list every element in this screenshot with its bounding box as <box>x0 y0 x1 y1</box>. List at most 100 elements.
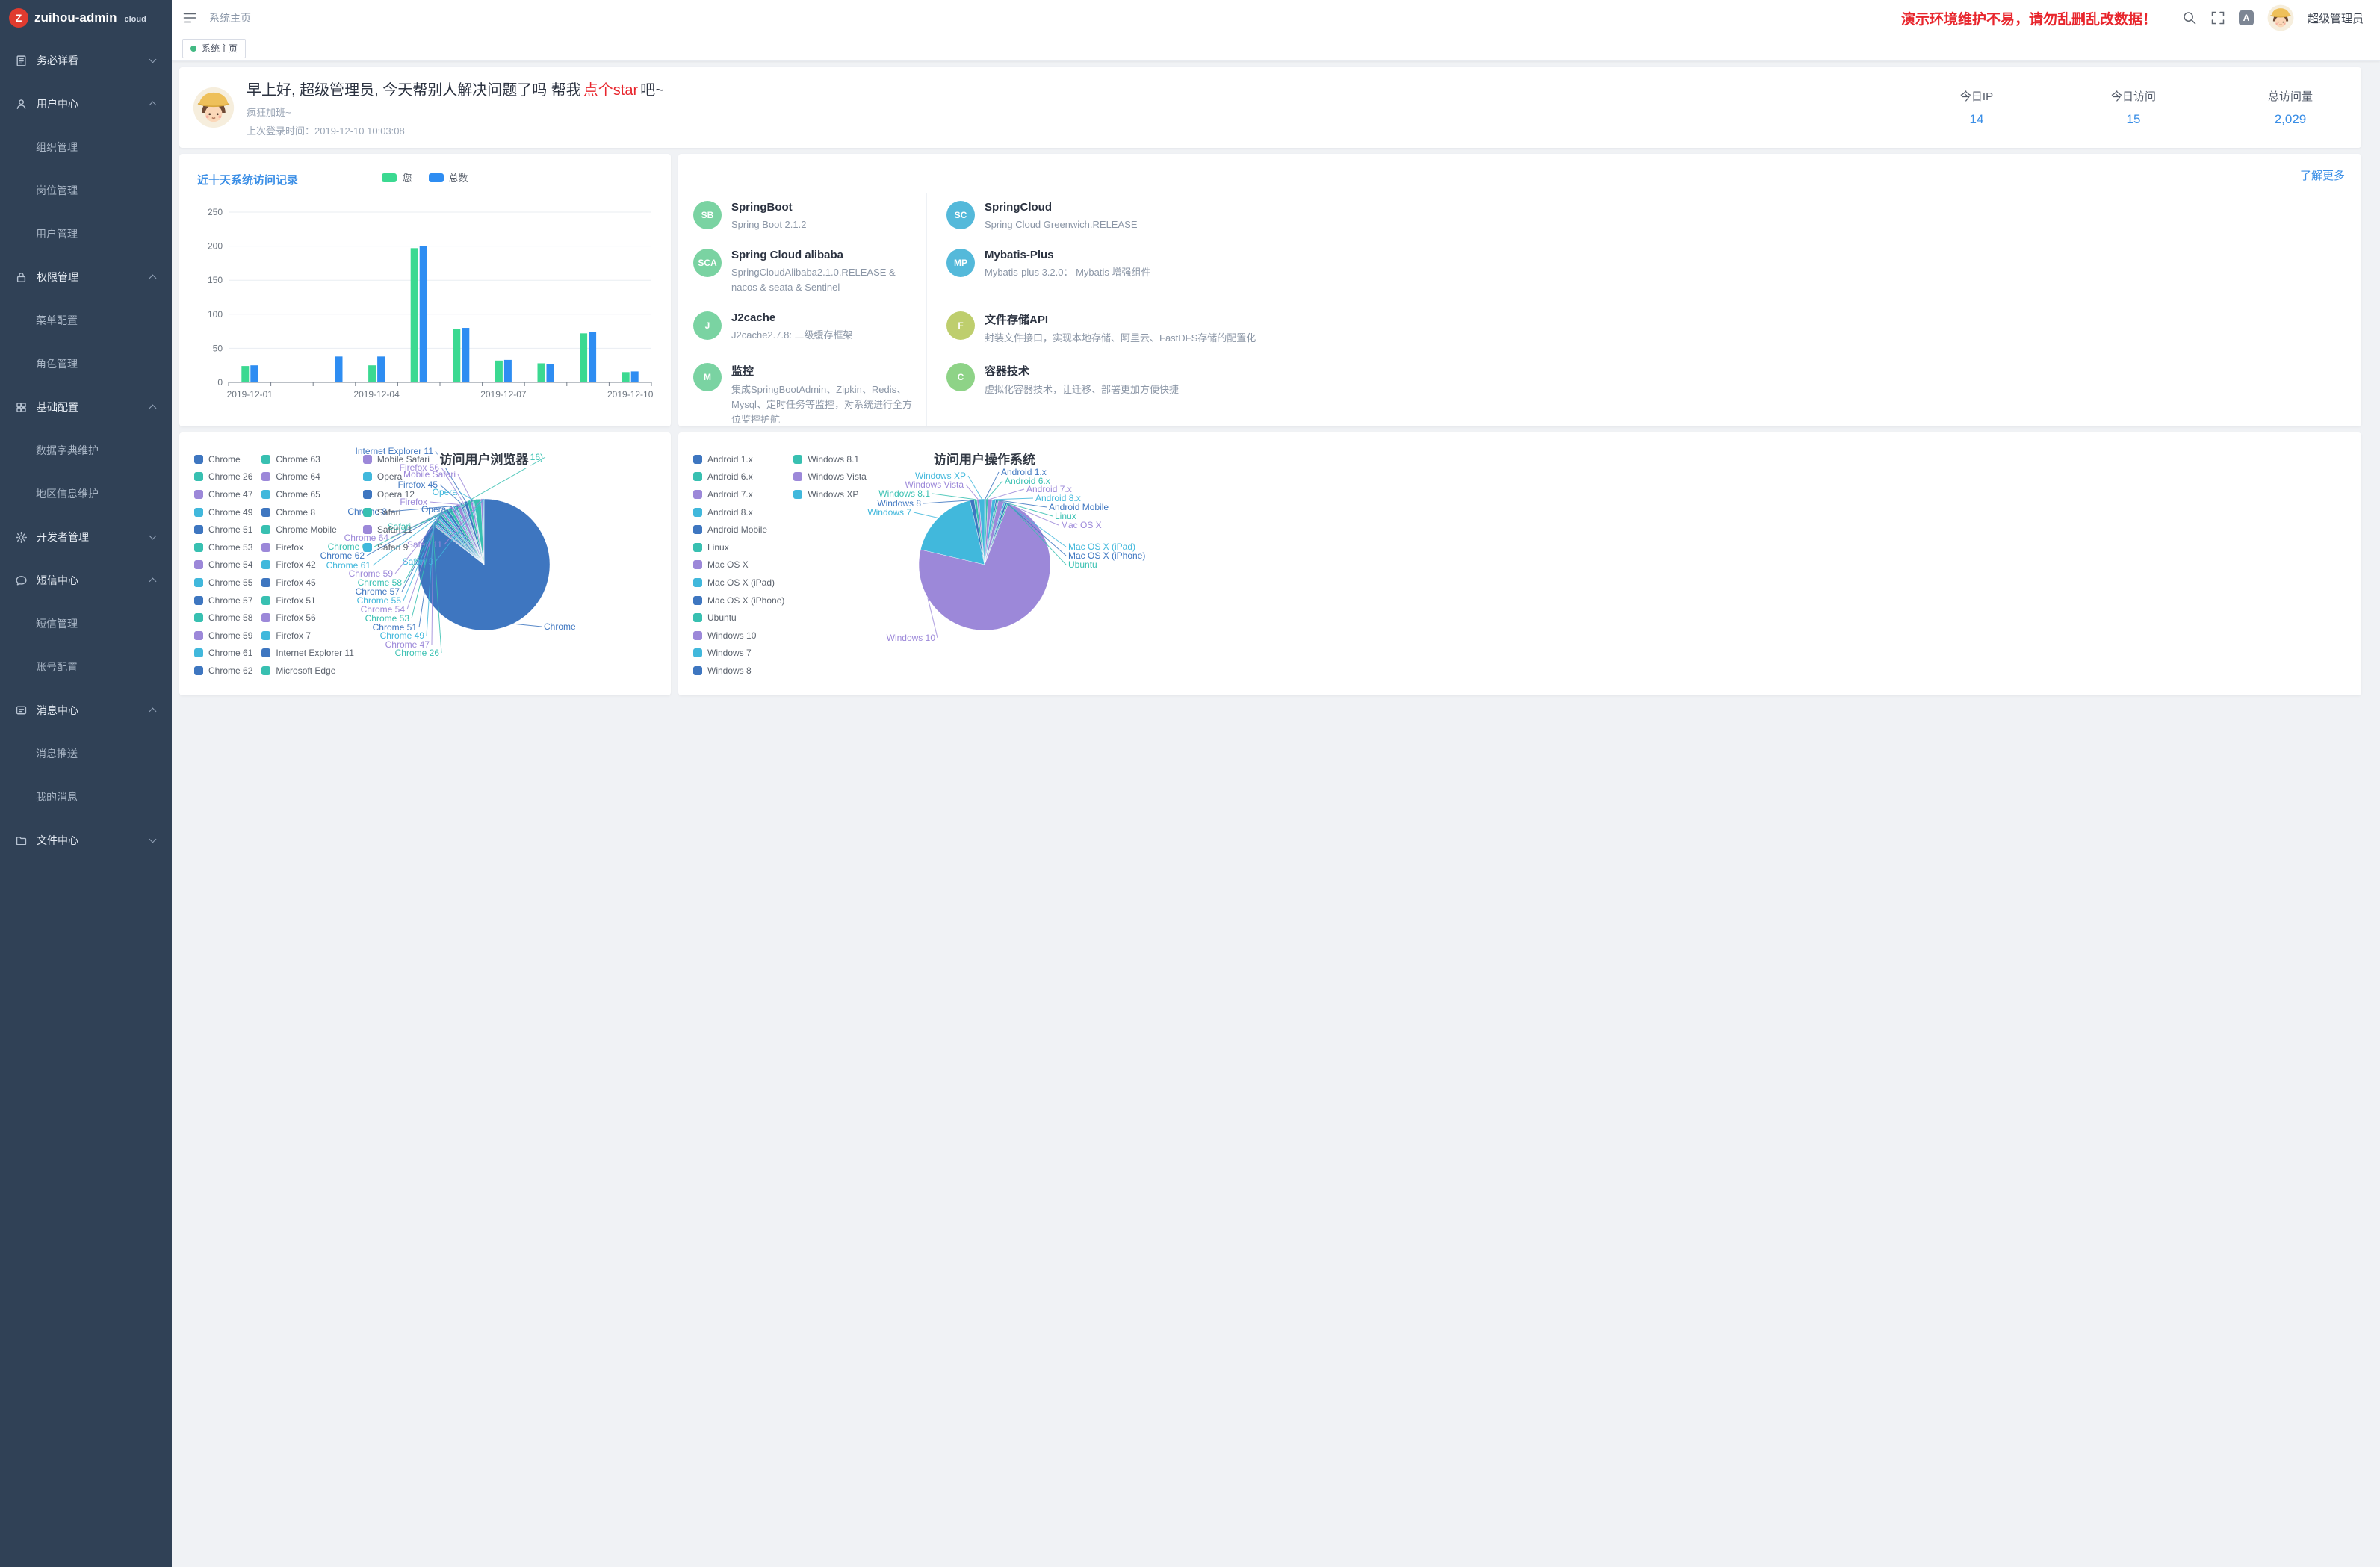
legend-item[interactable]: Firefox 56 <box>261 609 354 627</box>
sidebar-item-7[interactable]: 文件中心 <box>0 819 172 862</box>
warning-text: 演示环境维护不易，请勿乱删乱改数据！ <box>1901 8 2157 28</box>
legend-label: Android 7.x <box>707 489 753 500</box>
legend-item[interactable]: Chrome 63 <box>261 450 354 468</box>
sidebar-item-0[interactable]: 务必详看 <box>0 39 172 82</box>
legend-item[interactable]: Safari 9 <box>363 539 430 556</box>
sidebar-item-label: 消息中心 <box>37 703 150 718</box>
tech-item-6: M监控集成SpringBootAdmin、Zipkin、Redis、Mysql、… <box>693 355 926 426</box>
legend-item[interactable]: Chrome 26 <box>194 468 252 486</box>
user-icon <box>15 98 28 111</box>
legend-item[interactable]: Firefox 45 <box>261 574 354 592</box>
legend-item[interactable]: Firefox 42 <box>261 556 354 574</box>
sidebar-item-3[interactable]: 基础配置 <box>0 385 172 429</box>
sidebar-subitem-6-0[interactable]: 消息推送 <box>0 732 172 775</box>
sidebar-subitem-3-1[interactable]: 地区信息维护 <box>0 472 172 515</box>
legend-item[interactable]: Opera 12 <box>363 485 430 503</box>
legend-item[interactable]: Windows 10 <box>693 627 784 645</box>
sidebar-subitem-2-0[interactable]: 菜单配置 <box>0 299 172 342</box>
legend-item[interactable]: Android 7.x <box>693 485 784 503</box>
legend-item[interactable]: Mobile Safari <box>363 450 430 468</box>
sidebar-item-5[interactable]: 短信中心 <box>0 559 172 602</box>
legend-item[interactable]: Chrome <box>194 450 252 468</box>
legend-swatch <box>261 543 270 552</box>
tab-home[interactable]: 系统主页 <box>182 39 246 58</box>
legend-item[interactable]: Android 6.x <box>693 468 784 486</box>
legend-swatch <box>261 648 270 657</box>
legend-item[interactable]: Chrome 57 <box>194 592 252 609</box>
legend-item[interactable]: Chrome 47 <box>194 485 252 503</box>
legend-swatch <box>793 455 802 464</box>
sidebar-subitem-5-0[interactable]: 短信管理 <box>0 602 172 645</box>
sidebar-item-2[interactable]: 权限管理 <box>0 255 172 299</box>
greeting-message-suffix: 吧~ <box>640 82 664 99</box>
legend-item[interactable]: Chrome 65 <box>261 485 354 503</box>
legend-label: Android 1.x <box>707 454 753 465</box>
fullscreen-icon[interactable] <box>2210 10 2225 25</box>
legend-item[interactable]: Firefox 51 <box>261 592 354 609</box>
legend-item[interactable]: Microsoft Edge <box>261 662 354 680</box>
sidebar-item-1[interactable]: 用户中心 <box>0 82 172 125</box>
visits-bar-chart[interactable]: 0501001502002502019-12-012019-12-042019-… <box>179 154 671 426</box>
legend-label: Chrome 51 <box>208 524 252 535</box>
legend-item[interactable]: Windows 7 <box>693 645 784 663</box>
sidebar-item-6[interactable]: 消息中心 <box>0 689 172 732</box>
sidebar-subitem-1-2[interactable]: 用户管理 <box>0 212 172 255</box>
sidebar-subitem-6-1[interactable]: 我的消息 <box>0 775 172 819</box>
legend-swatch <box>693 648 702 657</box>
sidebar-item-label: 基础配置 <box>37 400 150 415</box>
sidebar-subitem-2-1[interactable]: 角色管理 <box>0 342 172 385</box>
svg-text:Ubuntu: Ubuntu <box>1068 559 1097 570</box>
legend-item[interactable]: Ubuntu <box>693 609 784 627</box>
sidebar-subitem-1-1[interactable]: 岗位管理 <box>0 169 172 212</box>
legend-item[interactable]: Windows 8 <box>693 662 784 680</box>
legend-item[interactable]: Android 1.x <box>693 450 784 468</box>
legend-item[interactable]: Chrome 61 <box>194 645 252 663</box>
legend-item[interactable]: Opera <box>363 468 430 486</box>
font-size-icon[interactable]: A <box>2239 10 2254 25</box>
legend-swatch <box>261 613 270 622</box>
legend-item[interactable]: Android 8.x <box>693 503 784 521</box>
sidebar-subitem-1-0[interactable]: 组织管理 <box>0 125 172 169</box>
legend-item[interactable]: Chrome 49 <box>194 503 252 521</box>
legend-item[interactable]: Chrome 8 <box>261 503 354 521</box>
legend-item[interactable]: Safari 11 <box>363 521 430 539</box>
sidebar-item-4[interactable]: 开发者管理 <box>0 515 172 559</box>
legend-item[interactable]: Chrome 64 <box>261 468 354 486</box>
legend-item[interactable]: Windows Vista <box>793 468 866 486</box>
last-login: 上次登录时间：2019-12-10 10:03:08 <box>247 123 664 137</box>
sidebar-subitem-3-0[interactable]: 数据字典维护 <box>0 429 172 472</box>
legend-item[interactable]: Chrome Mobile <box>261 521 354 539</box>
legend-item[interactable]: Windows XP <box>793 485 866 503</box>
sidebar-subitem-5-1[interactable]: 账号配置 <box>0 645 172 689</box>
legend-item[interactable]: Chrome 62 <box>194 662 252 680</box>
legend-item[interactable]: Chrome 58 <box>194 609 252 627</box>
legend-swatch <box>261 560 270 569</box>
legend-item[interactable]: Linux <box>693 539 784 556</box>
legend-item[interactable]: Chrome 53 <box>194 539 252 556</box>
legend-item[interactable]: Firefox <box>261 539 354 556</box>
legend-item[interactable]: Chrome 55 <box>194 574 252 592</box>
visits-chart-card: 近十天系统访问记录 您 总数 0501001502002502019-12-01… <box>179 154 671 426</box>
legend-item[interactable]: Internet Explorer 11 <box>261 645 354 663</box>
legend-swatch <box>261 596 270 605</box>
search-icon[interactable] <box>2182 10 2197 25</box>
legend-item[interactable]: Safari <box>363 503 430 521</box>
legend-item[interactable]: Android Mobile <box>693 521 784 539</box>
legend-item[interactable]: Firefox 7 <box>261 627 354 645</box>
legend-label: Android 6.x <box>707 471 753 482</box>
legend-item[interactable]: Chrome 59 <box>194 627 252 645</box>
legend-item[interactable]: Mac OS X (iPad) <box>693 574 784 592</box>
app-logo[interactable]: Z zuihou-admin cloud <box>0 0 172 36</box>
legend-item[interactable]: Mac OS X (iPhone) <box>693 592 784 609</box>
star-link[interactable]: 点个star <box>583 82 638 99</box>
legend-item[interactable]: Chrome 51 <box>194 521 252 539</box>
sidebar-collapse-icon[interactable] <box>182 10 197 25</box>
legend-item[interactable]: Chrome 54 <box>194 556 252 574</box>
user-avatar[interactable] <box>2267 4 2294 31</box>
greeting-avatar <box>193 87 235 128</box>
tech-desc: Spring Boot 2.1.2 <box>731 217 806 232</box>
learn-more-link[interactable]: 了解更多 <box>2300 167 2345 183</box>
stat-today-visits: 今日访问 15 <box>2092 88 2175 127</box>
legend-item[interactable]: Windows 8.1 <box>793 450 866 468</box>
legend-item[interactable]: Mac OS X <box>693 556 784 574</box>
